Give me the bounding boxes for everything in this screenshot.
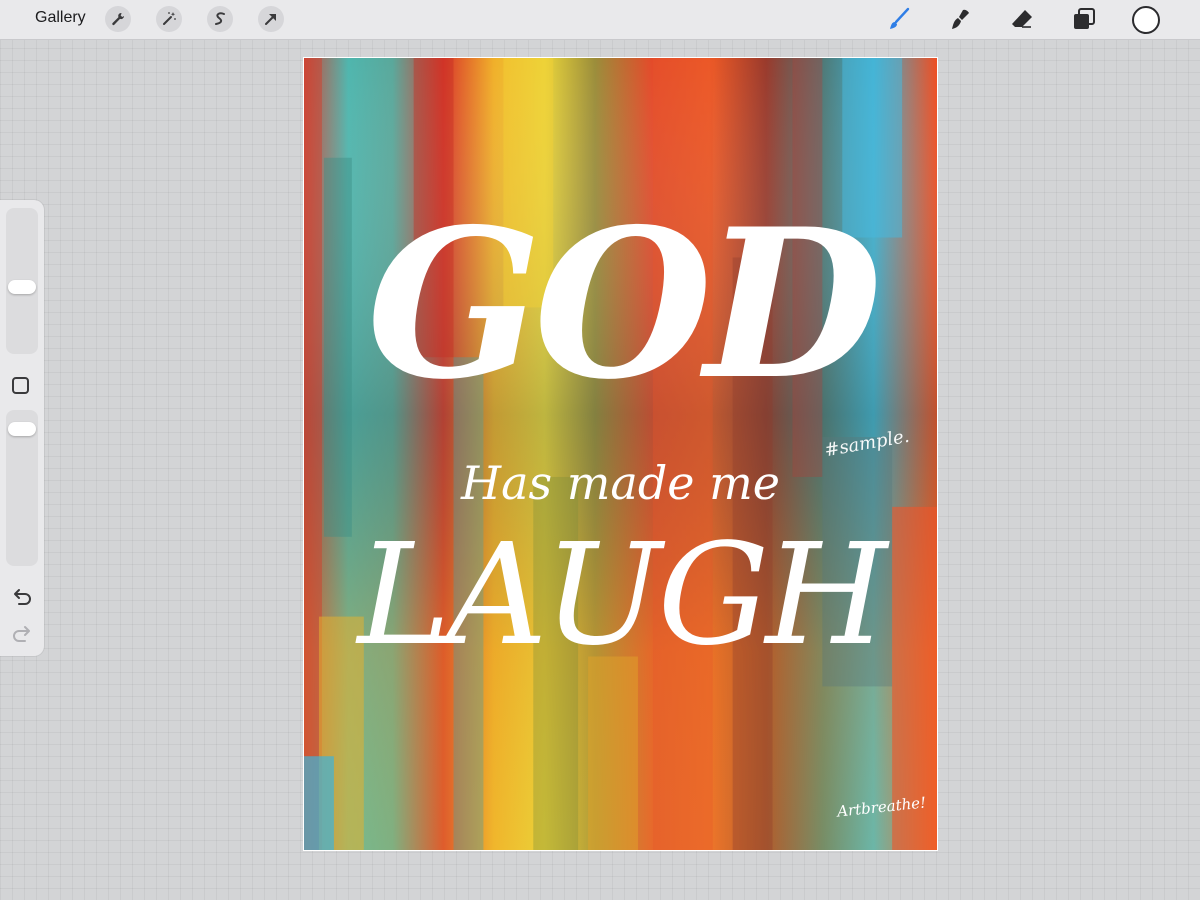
actions-button[interactable] [105, 6, 131, 32]
drawing-canvas[interactable]: GOD Has made me LAUGH #sample. Artbreath… [303, 57, 938, 851]
smudge-tool-button[interactable] [948, 6, 974, 32]
adjustments-button[interactable] [156, 6, 182, 32]
smudge-icon [952, 9, 969, 29]
brush-icon [890, 7, 910, 29]
magic-wand-icon [163, 12, 176, 25]
layers-button[interactable] [1071, 6, 1097, 32]
artwork-subtitle: Has made me [461, 456, 780, 510]
artwork-title-laugh: LAUGH [357, 514, 888, 677]
sidebar [0, 200, 44, 656]
eraser-tool-button[interactable] [1009, 6, 1035, 32]
opacity-thumb[interactable] [8, 422, 36, 436]
transform-arrow-icon [265, 14, 276, 25]
wrench-icon [112, 13, 125, 26]
eraser-icon [1012, 10, 1032, 28]
redo-icon[interactable] [11, 625, 33, 643]
brush-size-thumb[interactable] [8, 280, 36, 294]
undo-icon[interactable] [11, 588, 33, 606]
selection-button[interactable] [207, 6, 233, 32]
color-picker-button[interactable] [1132, 6, 1160, 34]
artwork-title-god: GOD [366, 185, 882, 425]
brush-tool-button[interactable] [886, 6, 912, 32]
layers-icon [1074, 8, 1095, 29]
transform-button[interactable] [258, 6, 284, 32]
selection-icon [215, 12, 225, 25]
gallery-button[interactable]: Gallery [35, 9, 86, 27]
modify-button[interactable] [12, 377, 29, 394]
top-toolbar: Gallery [0, 0, 1200, 40]
